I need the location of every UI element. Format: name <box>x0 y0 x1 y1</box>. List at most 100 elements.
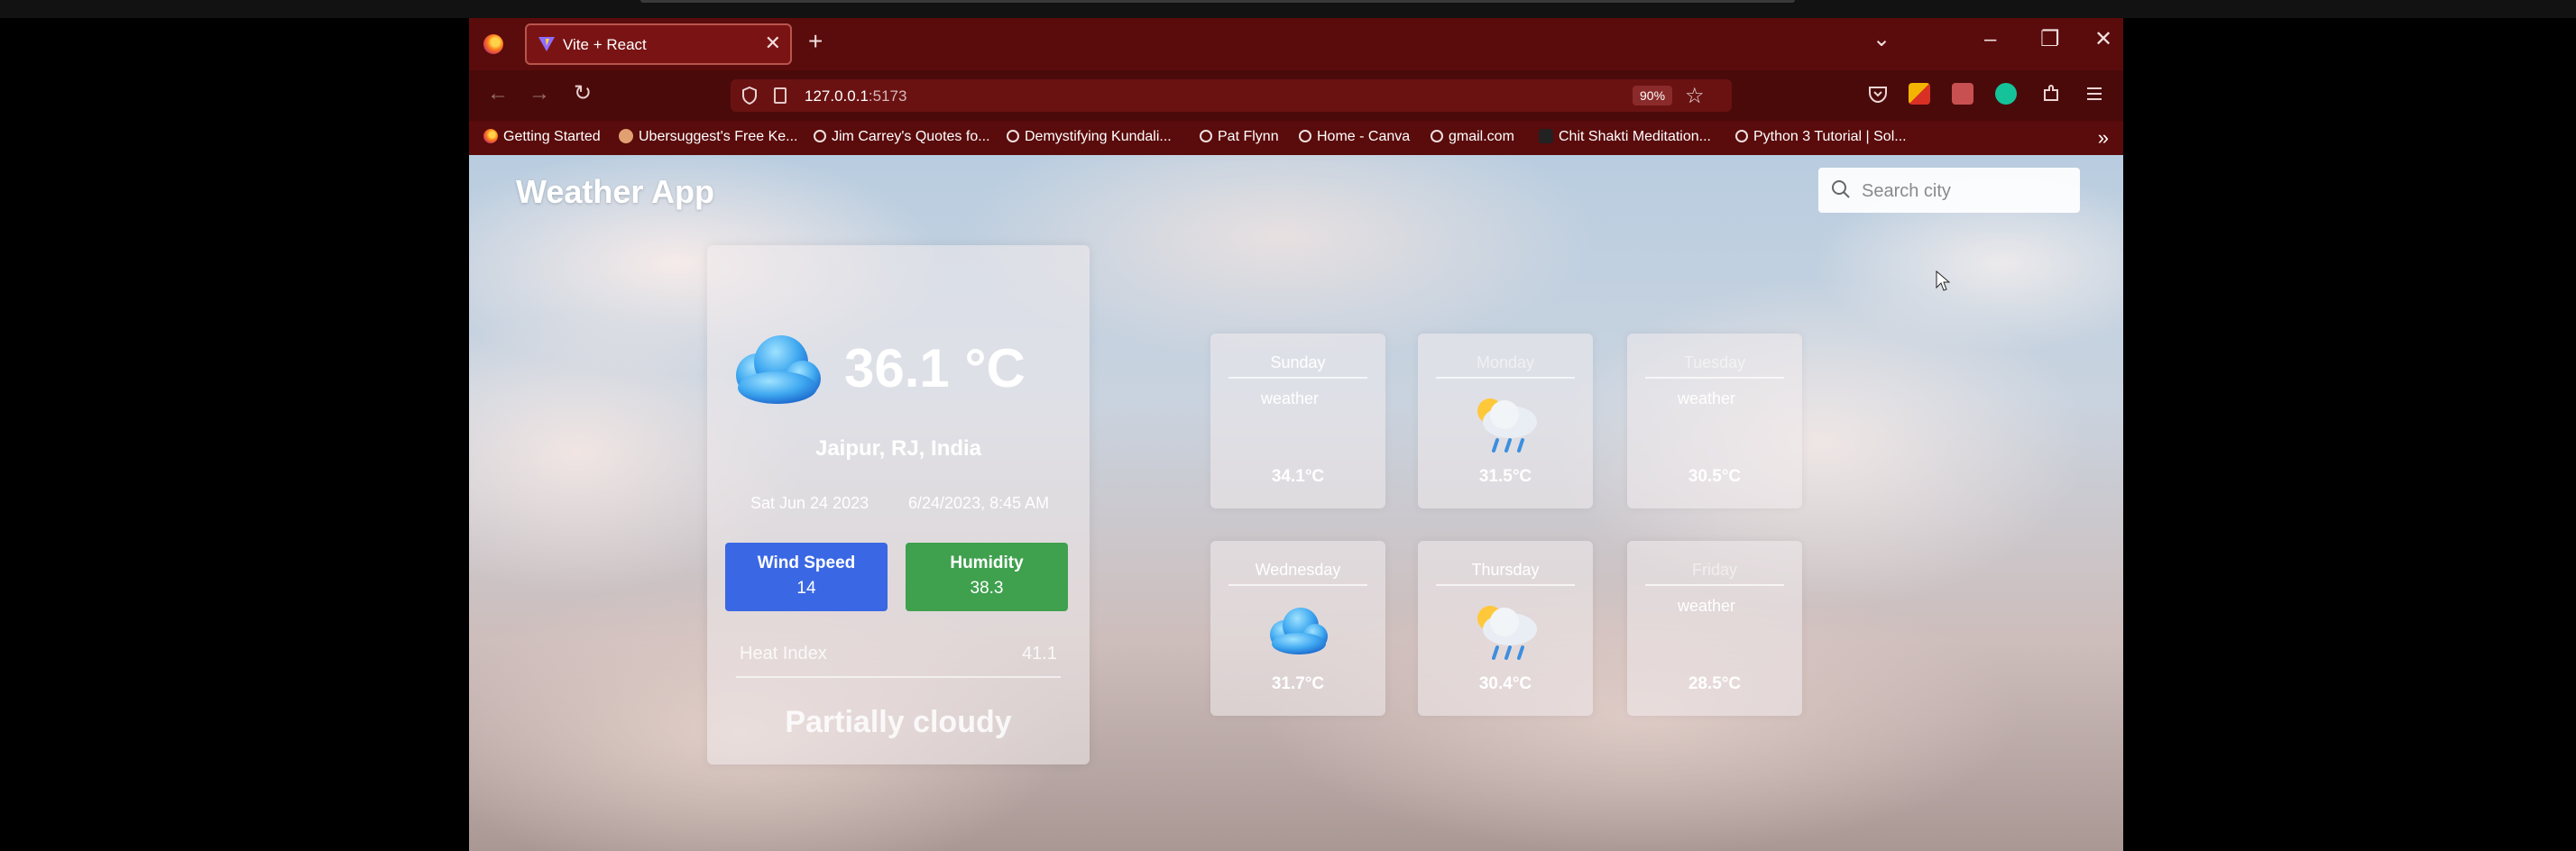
divider <box>1228 584 1367 586</box>
globe-icon <box>1007 130 1019 142</box>
ubersuggest-icon <box>619 129 633 143</box>
tab-bar: Vite + React ✕ + ⌄ – ❐ ✕ <box>469 18 2123 70</box>
forecast-temp: 34.1°C <box>1271 467 1325 486</box>
nav-bar: ← → ↻ 127.0.0.1:5173 90% ☆ <box>469 70 2123 121</box>
extension-1-icon[interactable] <box>1909 83 1930 105</box>
heat-index-label: Heat Index <box>740 644 827 663</box>
forecast-day: Wednesday <box>1255 561 1341 579</box>
search-box[interactable] <box>1818 168 2080 213</box>
bookmark-star-icon[interactable]: ☆ <box>1685 83 1705 109</box>
bookmark-chit-shakti[interactable]: Chit Shakti Meditation... <box>1539 129 1711 145</box>
divider <box>1436 584 1575 586</box>
forecast-day: Sunday <box>1270 353 1326 371</box>
globe-icon <box>1735 130 1748 142</box>
current-temperature: 36.1 °C <box>844 338 1026 398</box>
forecast-weather-label: weather <box>1677 389 1736 407</box>
forecast-card-thursday: Thursday 30.4°C <box>1418 541 1593 716</box>
forecast-day: Monday <box>1476 353 1535 371</box>
forecast-card-sunday: Sunday weather 34.1°C <box>1210 334 1385 508</box>
globe-icon <box>1200 130 1212 142</box>
divider <box>1645 377 1784 379</box>
humidity-card: Humidity 38.3 <box>906 543 1068 611</box>
zoom-level[interactable]: 90% <box>1633 86 1673 105</box>
divider <box>736 676 1061 678</box>
url-text[interactable]: 127.0.0.1:5173 <box>805 87 906 105</box>
forecast-card-friday: Friday weather 28.5°C <box>1627 541 1802 716</box>
page-info-icon[interactable] <box>774 87 787 104</box>
bookmark-getting-started[interactable]: Getting Started <box>483 129 601 145</box>
search-city-input[interactable] <box>1860 177 2071 206</box>
humidity-value: 38.3 <box>970 579 1004 598</box>
humidity-label: Humidity <box>950 554 1024 572</box>
forecast-temp: 31.5°C <box>1478 467 1532 486</box>
list-tabs-chevron-icon[interactable]: ⌄ <box>1872 29 1891 50</box>
heat-index-value: 41.1 <box>1022 644 1057 663</box>
extensions-puzzle-icon[interactable] <box>2040 83 2062 105</box>
forecast-day: Friday <box>1691 561 1737 579</box>
mouse-cursor-icon <box>1936 270 1950 291</box>
forecast-card-wednesday: Wednesday 31.7°C <box>1210 541 1385 716</box>
bookmark-ubersuggest[interactable]: Ubersuggest's Free Ke... <box>619 129 797 145</box>
globe-icon <box>1431 130 1443 142</box>
sun-rain-icon <box>1477 606 1537 660</box>
grammarly-icon[interactable] <box>1995 83 2017 105</box>
wind-speed-card: Wind Speed 14 <box>725 543 888 611</box>
bookmarks-toolbar: Getting Started Ubersuggest's Free Ke...… <box>469 121 2123 155</box>
current-weather-card: 36.1 °C Jaipur, RJ, India Sat Jun 24 202… <box>707 245 1090 764</box>
extension-2-icon[interactable] <box>1952 83 1973 105</box>
forward-button[interactable]: → <box>529 83 550 105</box>
shield-icon[interactable] <box>741 87 758 105</box>
bookmark-pat-flynn[interactable]: Pat Flynn <box>1200 129 1279 145</box>
bookmark-kundali[interactable]: Demystifying Kundali... <box>1007 129 1172 145</box>
meditation-icon <box>1539 129 1553 143</box>
cloud-icon <box>736 335 821 404</box>
bookmark-jim-carrey[interactable]: Jim Carrey's Quotes fo... <box>814 129 990 145</box>
forecast-card-monday: Monday 31.5°C <box>1418 334 1593 508</box>
forecast-temp: 28.5°C <box>1688 674 1742 693</box>
more-bookmarks-icon[interactable]: » <box>2098 126 2109 150</box>
globe-icon <box>1299 130 1311 142</box>
new-tab-button[interactable]: + <box>808 29 823 54</box>
forecast-temp: 30.5°C <box>1688 467 1742 486</box>
forecast-day: Thursday <box>1471 561 1540 579</box>
divider <box>1228 377 1367 379</box>
forecast-card-tuesday: Tuesday weather 30.5°C <box>1627 334 1802 508</box>
bookmark-gmail[interactable]: gmail.com <box>1431 129 1514 145</box>
back-button[interactable]: ← <box>487 83 509 105</box>
forecast-temp: 31.7°C <box>1271 674 1325 693</box>
forecast-weather-label: weather <box>1260 389 1320 407</box>
menu-icon[interactable] <box>2084 83 2105 105</box>
bookmark-python-tutorial[interactable]: Python 3 Tutorial | Sol... <box>1735 129 1907 145</box>
browser-window: Vite + React ✕ + ⌄ – ❐ ✕ ← → ↻ 127.0.0.1… <box>469 18 2123 851</box>
current-date: Sat Jun 24 2023 <box>750 494 869 512</box>
forecast-weather-label: weather <box>1677 597 1736 615</box>
vite-favicon-icon <box>538 37 555 51</box>
minimize-button[interactable]: – <box>1984 29 1996 50</box>
wind-speed-value: 14 <box>796 579 816 598</box>
wind-speed-label: Wind Speed <box>757 554 856 572</box>
divider <box>1645 584 1784 586</box>
cloud-icon <box>1270 608 1328 654</box>
restore-button[interactable]: ❐ <box>2040 29 2060 50</box>
globe-icon <box>814 130 826 142</box>
current-datetime: 6/24/2023, 8:45 AM <box>908 494 1050 512</box>
search-icon <box>1832 180 1850 198</box>
forecast-day: Tuesday <box>1683 353 1746 371</box>
desktop-top-strip <box>0 0 2576 18</box>
forecast-temp: 30.4°C <box>1478 674 1532 693</box>
close-tab-icon[interactable]: ✕ <box>765 33 781 53</box>
firefox-icon <box>483 129 498 143</box>
url-bar[interactable]: 127.0.0.1:5173 90% ☆ <box>731 79 1732 112</box>
firefox-view-icon[interactable] <box>483 34 503 54</box>
bookmark-canva[interactable]: Home - Canva <box>1299 129 1410 145</box>
weather-app-page: Weather App Search city 36.1 °C Jaipur, … <box>469 155 2123 851</box>
pocket-icon[interactable] <box>1867 83 1889 105</box>
close-window-button[interactable]: ✕ <box>2094 29 2112 50</box>
sun-rain-icon <box>1477 398 1537 453</box>
tab-vite-react[interactable]: Vite + React ✕ <box>525 23 792 65</box>
tab-title: Vite + React <box>563 36 647 53</box>
top-pill <box>640 0 1795 3</box>
location: Jaipur, RJ, India <box>814 436 982 461</box>
weather-condition: Partially cloudy <box>785 705 1012 739</box>
reload-button[interactable]: ↻ <box>574 83 592 105</box>
